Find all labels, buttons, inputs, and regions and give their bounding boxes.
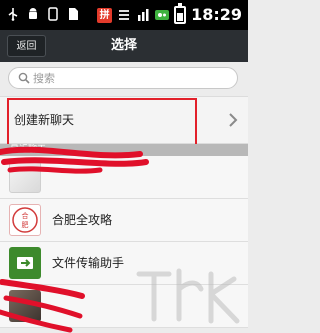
hefei-avatar: 合 肥: [9, 204, 41, 236]
game-avatar: [9, 161, 41, 193]
search-input[interactable]: [33, 68, 228, 88]
list-item[interactable]: [0, 156, 248, 199]
svg-text:合: 合: [22, 211, 29, 220]
list-item-label: 合肥全攻略: [52, 213, 113, 227]
pin-app-icon: 拼: [97, 7, 113, 23]
lines-icon: [119, 10, 130, 20]
usb-icon: [8, 8, 18, 21]
title-bar: 选择 返回: [0, 30, 248, 62]
list-item-label: 文件传输助手: [52, 256, 125, 270]
back-button[interactable]: 返回: [7, 35, 46, 57]
search-box[interactable]: [8, 67, 238, 89]
file-transfer-avatar: [9, 247, 41, 279]
search-bar: [0, 62, 248, 92]
android-debug-icon: [29, 8, 37, 19]
search-icon: [18, 72, 30, 84]
section-header-recent: 最近聊天: [0, 144, 248, 156]
list-item[interactable]: 合 肥 合肥全攻略: [0, 199, 248, 242]
chevron-right-icon: [229, 113, 238, 127]
watermark-logo: [136, 268, 240, 324]
phone-icon: [48, 7, 58, 21]
wechat-icon: [155, 10, 170, 20]
battery-icon: [174, 3, 187, 24]
svg-text:肥: 肥: [22, 221, 29, 229]
file-transfer-icon: [17, 257, 33, 269]
chart-icon: [138, 9, 149, 21]
clock: 18:29: [191, 5, 242, 24]
photo-avatar: [9, 290, 41, 322]
sim-icon: [69, 8, 78, 20]
status-bar: 拼 18:29: [0, 0, 248, 30]
hefei-logo-icon: 合 肥: [12, 207, 38, 233]
